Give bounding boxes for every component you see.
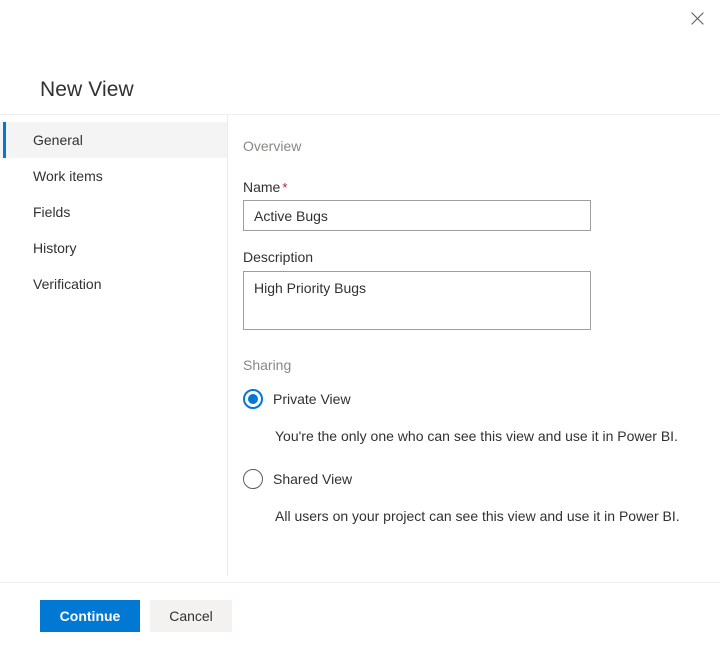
new-view-dialog: New View General Work items Fields Histo… (0, 0, 720, 651)
name-label: Name * (243, 179, 287, 195)
radio-indicator-unselected (243, 469, 263, 489)
cancel-button[interactable]: Cancel (150, 600, 232, 632)
nav-list: General Work items Fields History Verifi… (0, 122, 227, 302)
required-asterisk: * (282, 180, 288, 195)
nav-item-fields[interactable]: Fields (0, 194, 227, 230)
dialog-nav-pane: General Work items Fields History Verifi… (0, 115, 228, 576)
close-button[interactable] (674, 0, 720, 36)
continue-button[interactable]: Continue (40, 600, 140, 632)
radio-option-shared-view[interactable]: Shared View (243, 469, 352, 489)
nav-item-general[interactable]: General (0, 122, 227, 158)
radio-indicator-selected (243, 389, 263, 409)
nav-item-verification[interactable]: Verification (0, 266, 227, 302)
sharing-heading: Sharing (243, 357, 292, 373)
nav-item-label: Verification (33, 276, 102, 292)
name-label-text: Name (243, 179, 281, 195)
overview-heading: Overview (243, 138, 302, 154)
dialog-body: General Work items Fields History Verifi… (0, 115, 720, 576)
nav-item-label: Work items (33, 168, 103, 184)
radio-label: Private View (273, 391, 351, 407)
private-view-help-text: You're the only one who can see this vie… (275, 428, 678, 444)
radio-label: Shared View (273, 471, 353, 487)
nav-item-work-items[interactable]: Work items (0, 158, 227, 194)
nav-item-label: General (33, 132, 83, 148)
name-input[interactable] (243, 200, 591, 231)
dialog-content-pane: Overview Name* Description Sharing Priva… (228, 115, 720, 576)
description-label: Description (243, 249, 314, 265)
close-icon (690, 11, 704, 25)
nav-item-label: Fields (33, 204, 71, 220)
shared-view-help-text: All users on your project can see this v… (275, 508, 680, 524)
dialog-title: New View (40, 78, 134, 101)
radio-option-private-view[interactable]: Private View (243, 389, 351, 409)
dialog-footer: Continue Cancel (0, 583, 720, 651)
nav-item-history[interactable]: History (0, 230, 227, 266)
nav-item-label: History (33, 240, 77, 256)
description-textarea[interactable] (243, 271, 591, 330)
